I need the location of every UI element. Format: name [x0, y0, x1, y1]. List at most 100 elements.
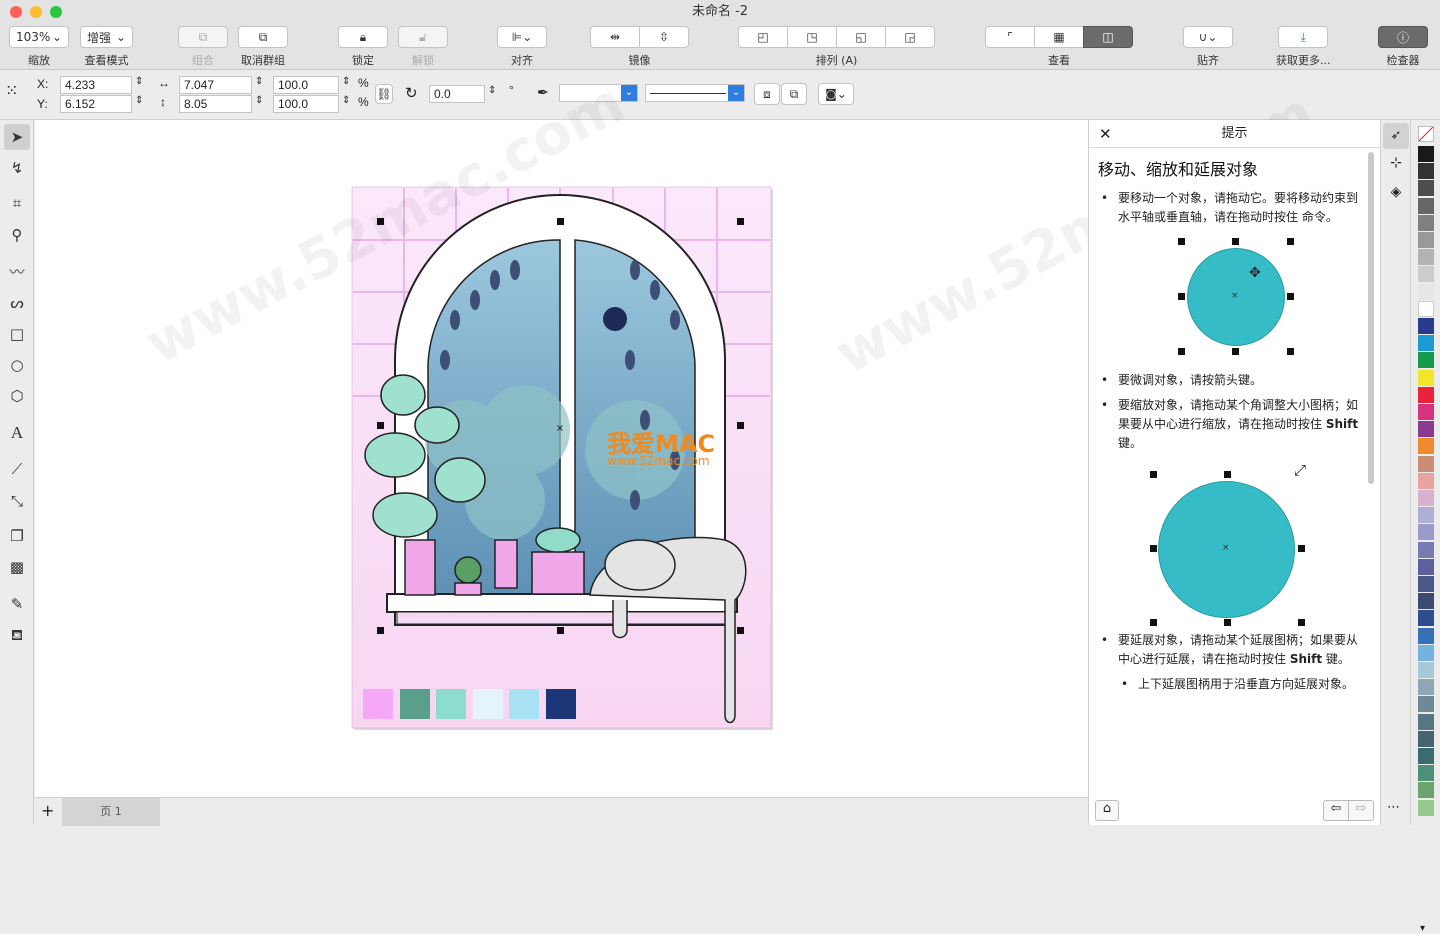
palette-color-swatch[interactable] [1418, 421, 1434, 438]
palette-color-swatch[interactable] [1418, 662, 1434, 678]
width-stepper-icon[interactable]: ⇕ [255, 76, 263, 87]
rotation-stepper-icon[interactable]: ⇕ [488, 85, 496, 96]
palette-color-swatch[interactable] [1418, 679, 1434, 696]
palette-color-swatch[interactable] [1418, 369, 1434, 386]
palette-scroll-down-icon[interactable]: ▾ [1420, 923, 1425, 934]
drawing-canvas[interactable]: × 我爱MAC www.52mac.com www.52mac.com www.… [35, 70, 1325, 797]
zoom-dropdown[interactable]: 103% ⌄ [9, 26, 69, 48]
forward-button[interactable]: ⇨ [1348, 800, 1374, 821]
back-button[interactable]: ⇦ [1323, 800, 1349, 821]
palette-color-swatch[interactable] [1418, 386, 1434, 403]
palette-color-swatch[interactable] [1418, 197, 1434, 214]
palette-color-swatch[interactable] [1418, 300, 1434, 317]
text-tool[interactable]: A [4, 420, 30, 446]
palette-color-swatch[interactable] [1418, 730, 1434, 747]
panel-scrollbar[interactable] [1368, 152, 1374, 484]
polygon-tool[interactable]: ⬡ [4, 383, 30, 409]
palette-color-swatch[interactable] [1418, 541, 1434, 558]
palette-color-swatch[interactable] [1418, 627, 1434, 644]
palette-color-swatch[interactable] [1418, 644, 1434, 661]
transparency-tool[interactable]: ▩ [4, 554, 30, 580]
scale-y-stepper-icon[interactable]: ⇕ [342, 95, 350, 106]
palette-color-swatch[interactable] [1418, 782, 1434, 799]
align-dropdown[interactable]: ⊫ ⌄ [497, 26, 547, 48]
eyedropper-tool[interactable]: ✎ [4, 591, 30, 617]
rectangle-tool[interactable]: □ [4, 321, 30, 347]
y-stepper-icon[interactable]: ⇕ [135, 95, 143, 106]
palette-color-swatch[interactable] [1418, 163, 1434, 180]
scale-x-stepper-icon[interactable]: ⇕ [342, 76, 350, 87]
drop-shadow-tool[interactable]: ❐ [4, 523, 30, 549]
palette-color-swatch[interactable] [1418, 404, 1434, 420]
no-color-swatch[interactable] [1418, 126, 1434, 142]
palette-color-swatch[interactable] [1418, 214, 1434, 231]
palette-color-swatch[interactable] [1418, 472, 1434, 489]
shape-tool[interactable]: ↯ [4, 155, 30, 181]
palette-color-swatch[interactable] [1418, 232, 1434, 248]
group-button[interactable]: ⧉ [178, 26, 228, 48]
palette-color-swatch[interactable] [1418, 558, 1434, 575]
palette-color-swatch[interactable] [1418, 455, 1434, 472]
palette-color-swatch[interactable] [1418, 249, 1434, 266]
get-more-button[interactable]: ⤓ [1278, 26, 1329, 48]
more-icon[interactable]: ⋯ [1387, 800, 1400, 815]
palette-color-swatch[interactable] [1418, 748, 1434, 764]
x-position-field[interactable]: 4.233 [60, 76, 132, 94]
grid-button[interactable]: ▦ [1034, 26, 1084, 48]
close-icon[interactable]: ✕ [1099, 120, 1112, 148]
mirror-vertical-button[interactable]: ⇳ [639, 26, 689, 48]
freehand-tool[interactable]: 〰 [4, 258, 30, 284]
hints-tab[interactable]: ➶ [1383, 123, 1409, 149]
zoom-window-button[interactable] [50, 6, 62, 18]
palette-color-swatch[interactable] [1418, 696, 1434, 713]
palette-color-swatch[interactable] [1418, 438, 1434, 455]
palette-color-swatch[interactable] [1418, 524, 1434, 541]
interactive-fill-tool[interactable]: ⛾ [4, 623, 30, 649]
ellipse-tool[interactable]: ○ [4, 352, 30, 378]
scale-x-field[interactable]: 100.0 [273, 76, 339, 94]
arrange-backward-button[interactable]: ◲ [885, 26, 935, 48]
arrange-forward-button[interactable]: ◱ [836, 26, 886, 48]
minimize-window-button[interactable] [30, 6, 42, 18]
palette-color-swatch[interactable] [1418, 146, 1434, 162]
palette-color-swatch[interactable] [1418, 713, 1434, 730]
palette-color-swatch[interactable] [1418, 610, 1434, 627]
palette-color-swatch[interactable] [1418, 576, 1434, 592]
height-field[interactable]: 8.05 [179, 95, 252, 113]
scale-y-field[interactable]: 100.0 [273, 95, 339, 113]
palette-color-swatch[interactable] [1418, 318, 1434, 334]
add-page-button[interactable]: + [41, 801, 54, 820]
clip-button[interactable]: ⧉ [781, 83, 807, 105]
rulers-button[interactable]: ⌜ [985, 26, 1035, 48]
outline-style-selector[interactable]: ⌄ [645, 84, 745, 102]
guidelines-button[interactable]: ◫ [1083, 26, 1133, 48]
mirror-horizontal-button[interactable]: ⇹ [590, 26, 640, 48]
arrange-front-button[interactable]: ◰ [738, 26, 788, 48]
page-tab[interactable]: 页 1 [62, 798, 160, 826]
transform-tab[interactable]: ⊹ [1383, 150, 1409, 176]
y-position-field[interactable]: 6.152 [60, 95, 132, 113]
pick-tool[interactable]: ➤ [4, 124, 30, 150]
parallel-dimension-tool[interactable]: ⟋ [4, 456, 30, 482]
connector-tool[interactable]: ⤡ [4, 488, 30, 514]
rotation-field[interactable]: 0.0 [429, 85, 485, 103]
inspector-button[interactable]: ⓘ [1378, 26, 1428, 48]
snap-dropdown[interactable]: ∪ ⌄ [1183, 26, 1233, 48]
palette-color-swatch[interactable] [1418, 180, 1434, 197]
ungroup-button[interactable]: ⧉ [238, 26, 288, 48]
unlock-button[interactable]: 🔓︎ [398, 26, 448, 48]
close-window-button[interactable] [10, 6, 22, 18]
contour-dropdown[interactable]: ◙⌄ [818, 83, 854, 105]
width-field[interactable]: 7.047 [179, 76, 252, 94]
artistic-media-tool[interactable]: ᔕ [4, 290, 30, 316]
palette-color-swatch[interactable] [1418, 283, 1434, 300]
palette-color-swatch[interactable] [1418, 335, 1434, 352]
reference-point-icon[interactable]: ⁙ [5, 81, 31, 107]
lock-ratio-button[interactable]: ⛓︎ [375, 84, 393, 104]
height-stepper-icon[interactable]: ⇕ [255, 95, 263, 106]
palette-color-swatch[interactable] [1418, 352, 1434, 369]
palette-color-swatch[interactable] [1418, 507, 1434, 524]
lock-button[interactable]: 🔒︎ [338, 26, 388, 48]
palette-color-swatch[interactable] [1418, 765, 1434, 782]
home-button[interactable]: ⌂ [1095, 800, 1119, 821]
